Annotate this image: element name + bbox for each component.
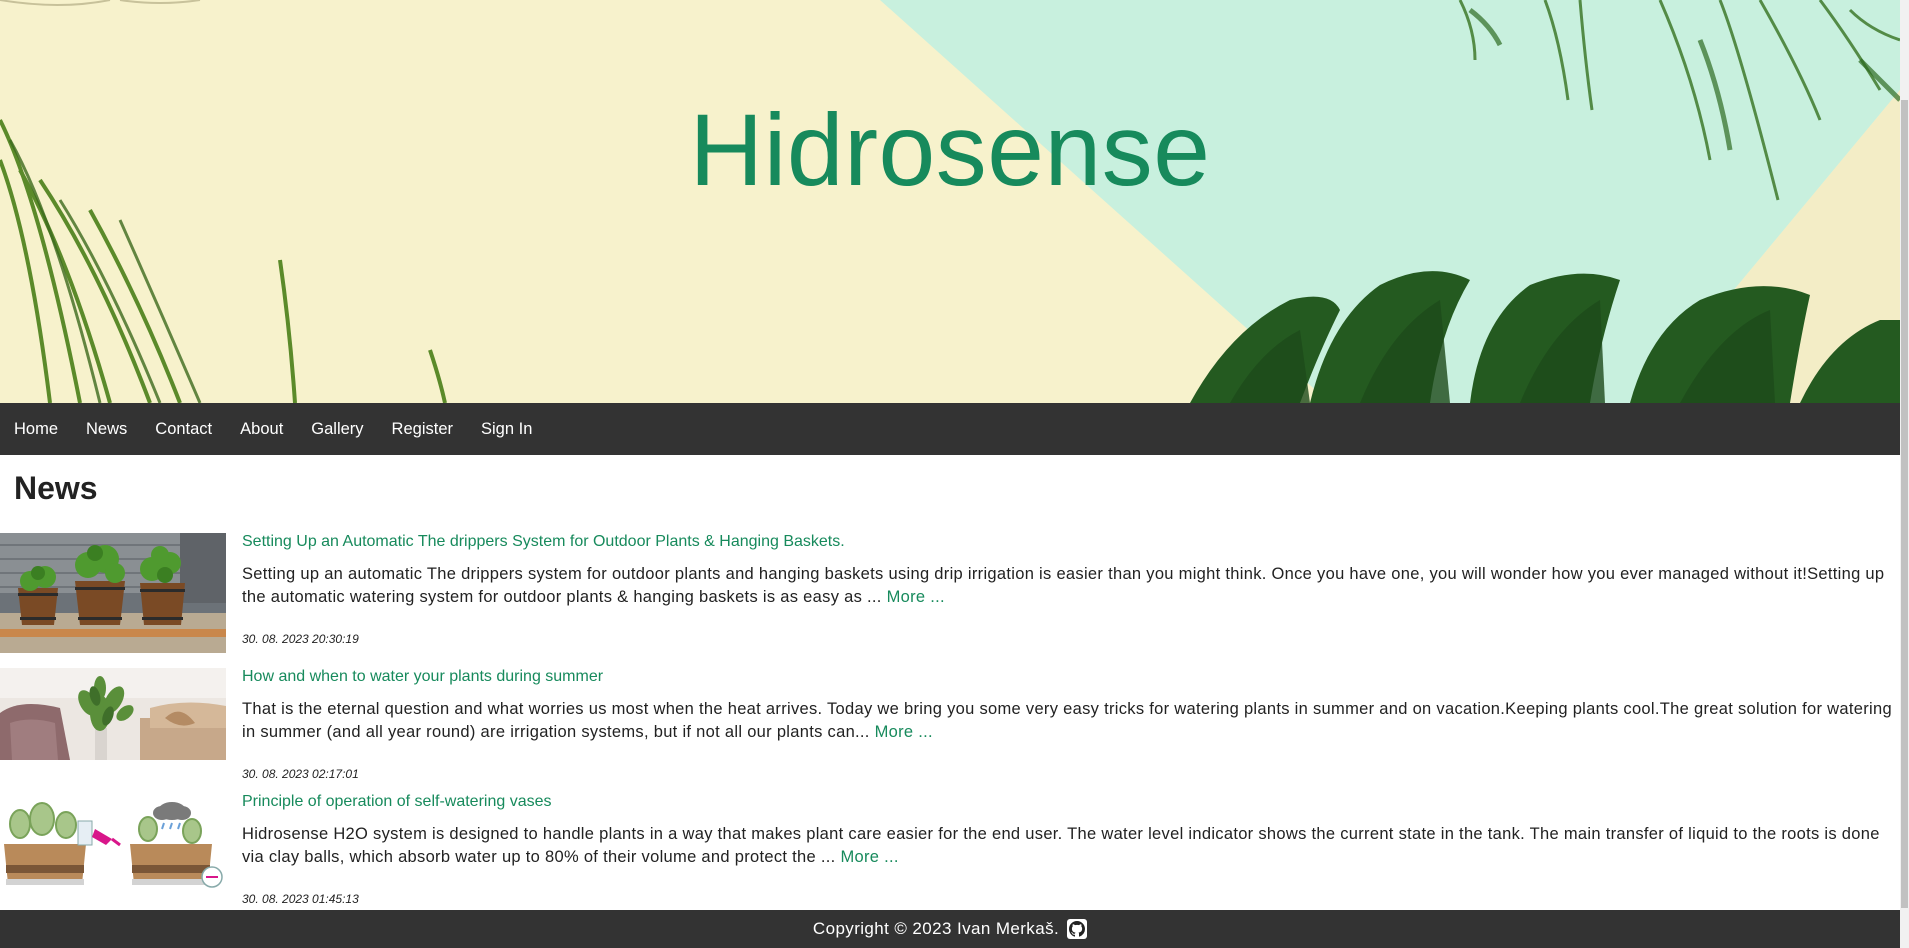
wooden-barrel-planters-image[interactable] bbox=[0, 533, 226, 653]
scrollbar-thumb[interactable] bbox=[1901, 100, 1908, 908]
nav-sign-in[interactable]: Sign In bbox=[467, 403, 546, 455]
page-title: News bbox=[14, 470, 98, 506]
more-link[interactable]: More ... bbox=[840, 848, 898, 866]
article-excerpt-text: Setting up an automatic The drippers sys… bbox=[242, 565, 1885, 606]
article-title-link[interactable]: How and when to water your plants during… bbox=[242, 668, 603, 686]
nav-news[interactable]: News bbox=[72, 403, 141, 455]
nav-gallery[interactable]: Gallery bbox=[297, 403, 377, 455]
article-excerpt: Setting up an automatic The drippers sys… bbox=[242, 563, 1892, 609]
more-link[interactable]: More ... bbox=[887, 588, 945, 606]
hero-banner: Hidrosense bbox=[0, 0, 1900, 403]
article-excerpt: That is the eternal question and what wo… bbox=[242, 698, 1892, 744]
news-article: Principle of operation of self-watering … bbox=[0, 793, 1900, 910]
article-excerpt: Hidrosense H2O system is designed to han… bbox=[242, 823, 1892, 869]
article-date: 30. 08. 2023 01:45:13 bbox=[242, 892, 359, 906]
page-scrollbar[interactable] bbox=[1900, 0, 1909, 948]
living-room-plants-image[interactable] bbox=[0, 668, 226, 760]
site-title: Hidrosense bbox=[689, 93, 1211, 207]
article-title-link[interactable]: Setting Up an Automatic The drippers Sys… bbox=[242, 533, 845, 551]
self-watering-vase-diagram-image[interactable] bbox=[0, 799, 226, 891]
article-date: 30. 08. 2023 02:17:01 bbox=[242, 767, 359, 781]
more-link[interactable]: More ... bbox=[875, 723, 933, 741]
main-navbar: Home News Contact About Gallery Register… bbox=[0, 403, 1900, 455]
nav-contact[interactable]: Contact bbox=[141, 403, 226, 455]
github-icon[interactable] bbox=[1067, 919, 1088, 939]
news-article: Setting Up an Automatic The drippers Sys… bbox=[0, 533, 1900, 658]
nav-home[interactable]: Home bbox=[0, 403, 72, 455]
news-article: How and when to water your plants during… bbox=[0, 668, 1900, 793]
article-title-link[interactable]: Principle of operation of self-watering … bbox=[242, 793, 552, 811]
nav-register[interactable]: Register bbox=[378, 403, 467, 455]
article-date: 30. 08. 2023 20:30:19 bbox=[242, 632, 359, 646]
article-excerpt-text: Hidrosense H2O system is designed to han… bbox=[242, 825, 1880, 866]
site-footer: Copyright © 2023 Ivan Merkaš. bbox=[0, 910, 1900, 948]
article-excerpt-text: That is the eternal question and what wo… bbox=[242, 700, 1892, 741]
nav-about[interactable]: About bbox=[226, 403, 297, 455]
copyright-text: Copyright © 2023 Ivan Merkaš. bbox=[812, 919, 1060, 938]
